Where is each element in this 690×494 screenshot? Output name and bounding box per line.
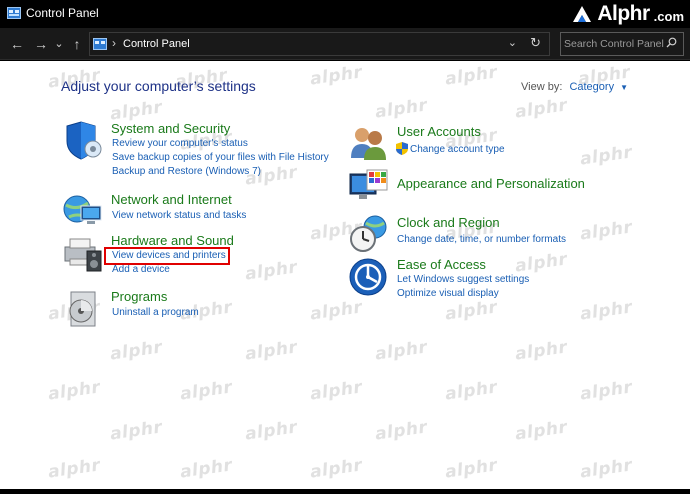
programs-disc-icon[interactable] bbox=[63, 289, 103, 329]
category-title-system-security[interactable]: System and Security bbox=[111, 121, 230, 136]
control-panel-icon bbox=[93, 38, 107, 50]
back-button[interactable]: ← bbox=[8, 35, 26, 53]
breadcrumb-control-panel[interactable]: Control Panel bbox=[123, 38, 190, 50]
chevron-down-icon[interactable]: ▼ bbox=[620, 83, 628, 92]
recent-locations-button[interactable]: ⌄ bbox=[53, 35, 65, 53]
address-dropdown-button[interactable]: ⌄ bbox=[508, 36, 517, 49]
watermark: alphr bbox=[108, 417, 164, 445]
monitor-palette-icon[interactable] bbox=[349, 168, 389, 208]
view-by-dropdown[interactable]: Category bbox=[569, 81, 614, 93]
control-panel-content: alphr alphr alphr alphr alphr alphr alph… bbox=[0, 61, 690, 494]
category-title-programs[interactable]: Programs bbox=[111, 289, 167, 304]
category-title-appearance[interactable]: Appearance and Personalization bbox=[397, 176, 585, 191]
watermark: alphr bbox=[578, 297, 634, 325]
brand-logo: Alphr .com bbox=[571, 2, 684, 26]
watermark: alphr bbox=[108, 337, 164, 365]
watermark: alphr bbox=[513, 337, 569, 365]
category-title-user-accounts[interactable]: User Accounts bbox=[397, 124, 481, 139]
watermark: alphr bbox=[578, 217, 634, 245]
category-title-ease-of-access[interactable]: Ease of Access bbox=[397, 257, 486, 272]
watermark: alphr bbox=[443, 62, 499, 90]
link-optimize-visual-display[interactable]: Optimize visual display bbox=[397, 288, 499, 299]
link-change-account-type[interactable]: Change account type bbox=[410, 144, 505, 155]
link-review-status[interactable]: Review your computer's status bbox=[112, 138, 248, 149]
view-by-control: View by: Category ▼ bbox=[521, 81, 628, 93]
printer-speaker-icon[interactable] bbox=[63, 233, 103, 273]
clock-globe-icon[interactable] bbox=[349, 214, 389, 254]
control-panel-icon bbox=[7, 7, 21, 19]
watermark: alphr bbox=[513, 95, 569, 123]
watermark: alphr bbox=[513, 249, 569, 277]
breadcrumb-separator: › bbox=[112, 36, 116, 50]
view-by-label: View by: bbox=[521, 81, 563, 93]
watermark: alphr bbox=[373, 95, 429, 123]
network-globe-icon[interactable] bbox=[63, 191, 103, 231]
up-button[interactable]: ↑ bbox=[68, 35, 86, 53]
watermark: alphr bbox=[443, 455, 499, 483]
ease-of-access-icon[interactable] bbox=[349, 257, 389, 297]
brand-name: Alphr bbox=[597, 2, 650, 25]
watermark: alphr bbox=[46, 455, 102, 483]
watermark: alphr bbox=[578, 142, 634, 170]
watermark: alphr bbox=[443, 297, 499, 325]
watermark: alphr bbox=[513, 417, 569, 445]
alphr-logo-icon bbox=[573, 6, 592, 22]
link-windows-suggest-settings[interactable]: Let Windows suggest settings bbox=[397, 274, 529, 285]
watermark: alphr bbox=[443, 377, 499, 405]
watermark: alphr bbox=[243, 337, 299, 365]
watermark: alphr bbox=[243, 417, 299, 445]
refresh-button[interactable]: ↻ bbox=[530, 35, 541, 51]
search-icon[interactable] bbox=[666, 37, 677, 48]
search-box[interactable] bbox=[560, 32, 684, 56]
watermark: alphr bbox=[578, 377, 634, 405]
shield-icon[interactable] bbox=[63, 121, 103, 161]
link-add-device[interactable]: Add a device bbox=[112, 264, 170, 275]
highlight-box bbox=[104, 247, 230, 265]
address-bar[interactable]: › Control Panel ⌄ ↻ bbox=[89, 32, 550, 56]
watermark: alphr bbox=[578, 455, 634, 483]
watermark: alphr bbox=[373, 337, 429, 365]
page-title: Adjust your computer’s settings bbox=[61, 78, 256, 94]
watermark: alphr bbox=[308, 455, 364, 483]
watermark: alphr bbox=[308, 62, 364, 90]
window-title: Control Panel bbox=[26, 6, 99, 20]
watermark: alphr bbox=[46, 377, 102, 405]
watermark: alphr bbox=[178, 377, 234, 405]
watermark: alphr bbox=[243, 257, 299, 285]
link-file-history[interactable]: Save backup copies of your files with Fi… bbox=[112, 152, 329, 163]
link-date-time-formats[interactable]: Change date, time, or number formats bbox=[397, 234, 566, 245]
brand-tld: .com bbox=[653, 9, 684, 24]
link-backup-restore[interactable]: Backup and Restore (Windows 7) bbox=[112, 166, 261, 177]
users-icon[interactable] bbox=[349, 124, 389, 164]
watermark: alphr bbox=[308, 297, 364, 325]
category-title-clock-region[interactable]: Clock and Region bbox=[397, 215, 500, 230]
watermark: alphr bbox=[373, 417, 429, 445]
watermark: alphr bbox=[178, 455, 234, 483]
watermark: alphr bbox=[308, 377, 364, 405]
title-bar: Control Panel Alphr .com bbox=[0, 0, 690, 28]
link-uninstall-program[interactable]: Uninstall a program bbox=[112, 307, 199, 318]
bottom-edge bbox=[0, 489, 690, 494]
category-title-hardware-sound[interactable]: Hardware and Sound bbox=[111, 233, 234, 248]
navigation-bar: ← → ⌄ ↑ › Control Panel ⌄ ↻ bbox=[0, 28, 690, 60]
uac-shield-icon bbox=[396, 142, 408, 155]
link-network-status[interactable]: View network status and tasks bbox=[112, 210, 246, 221]
search-input[interactable] bbox=[564, 36, 664, 52]
category-title-network-internet[interactable]: Network and Internet bbox=[111, 192, 232, 207]
forward-button[interactable]: → bbox=[32, 35, 50, 53]
